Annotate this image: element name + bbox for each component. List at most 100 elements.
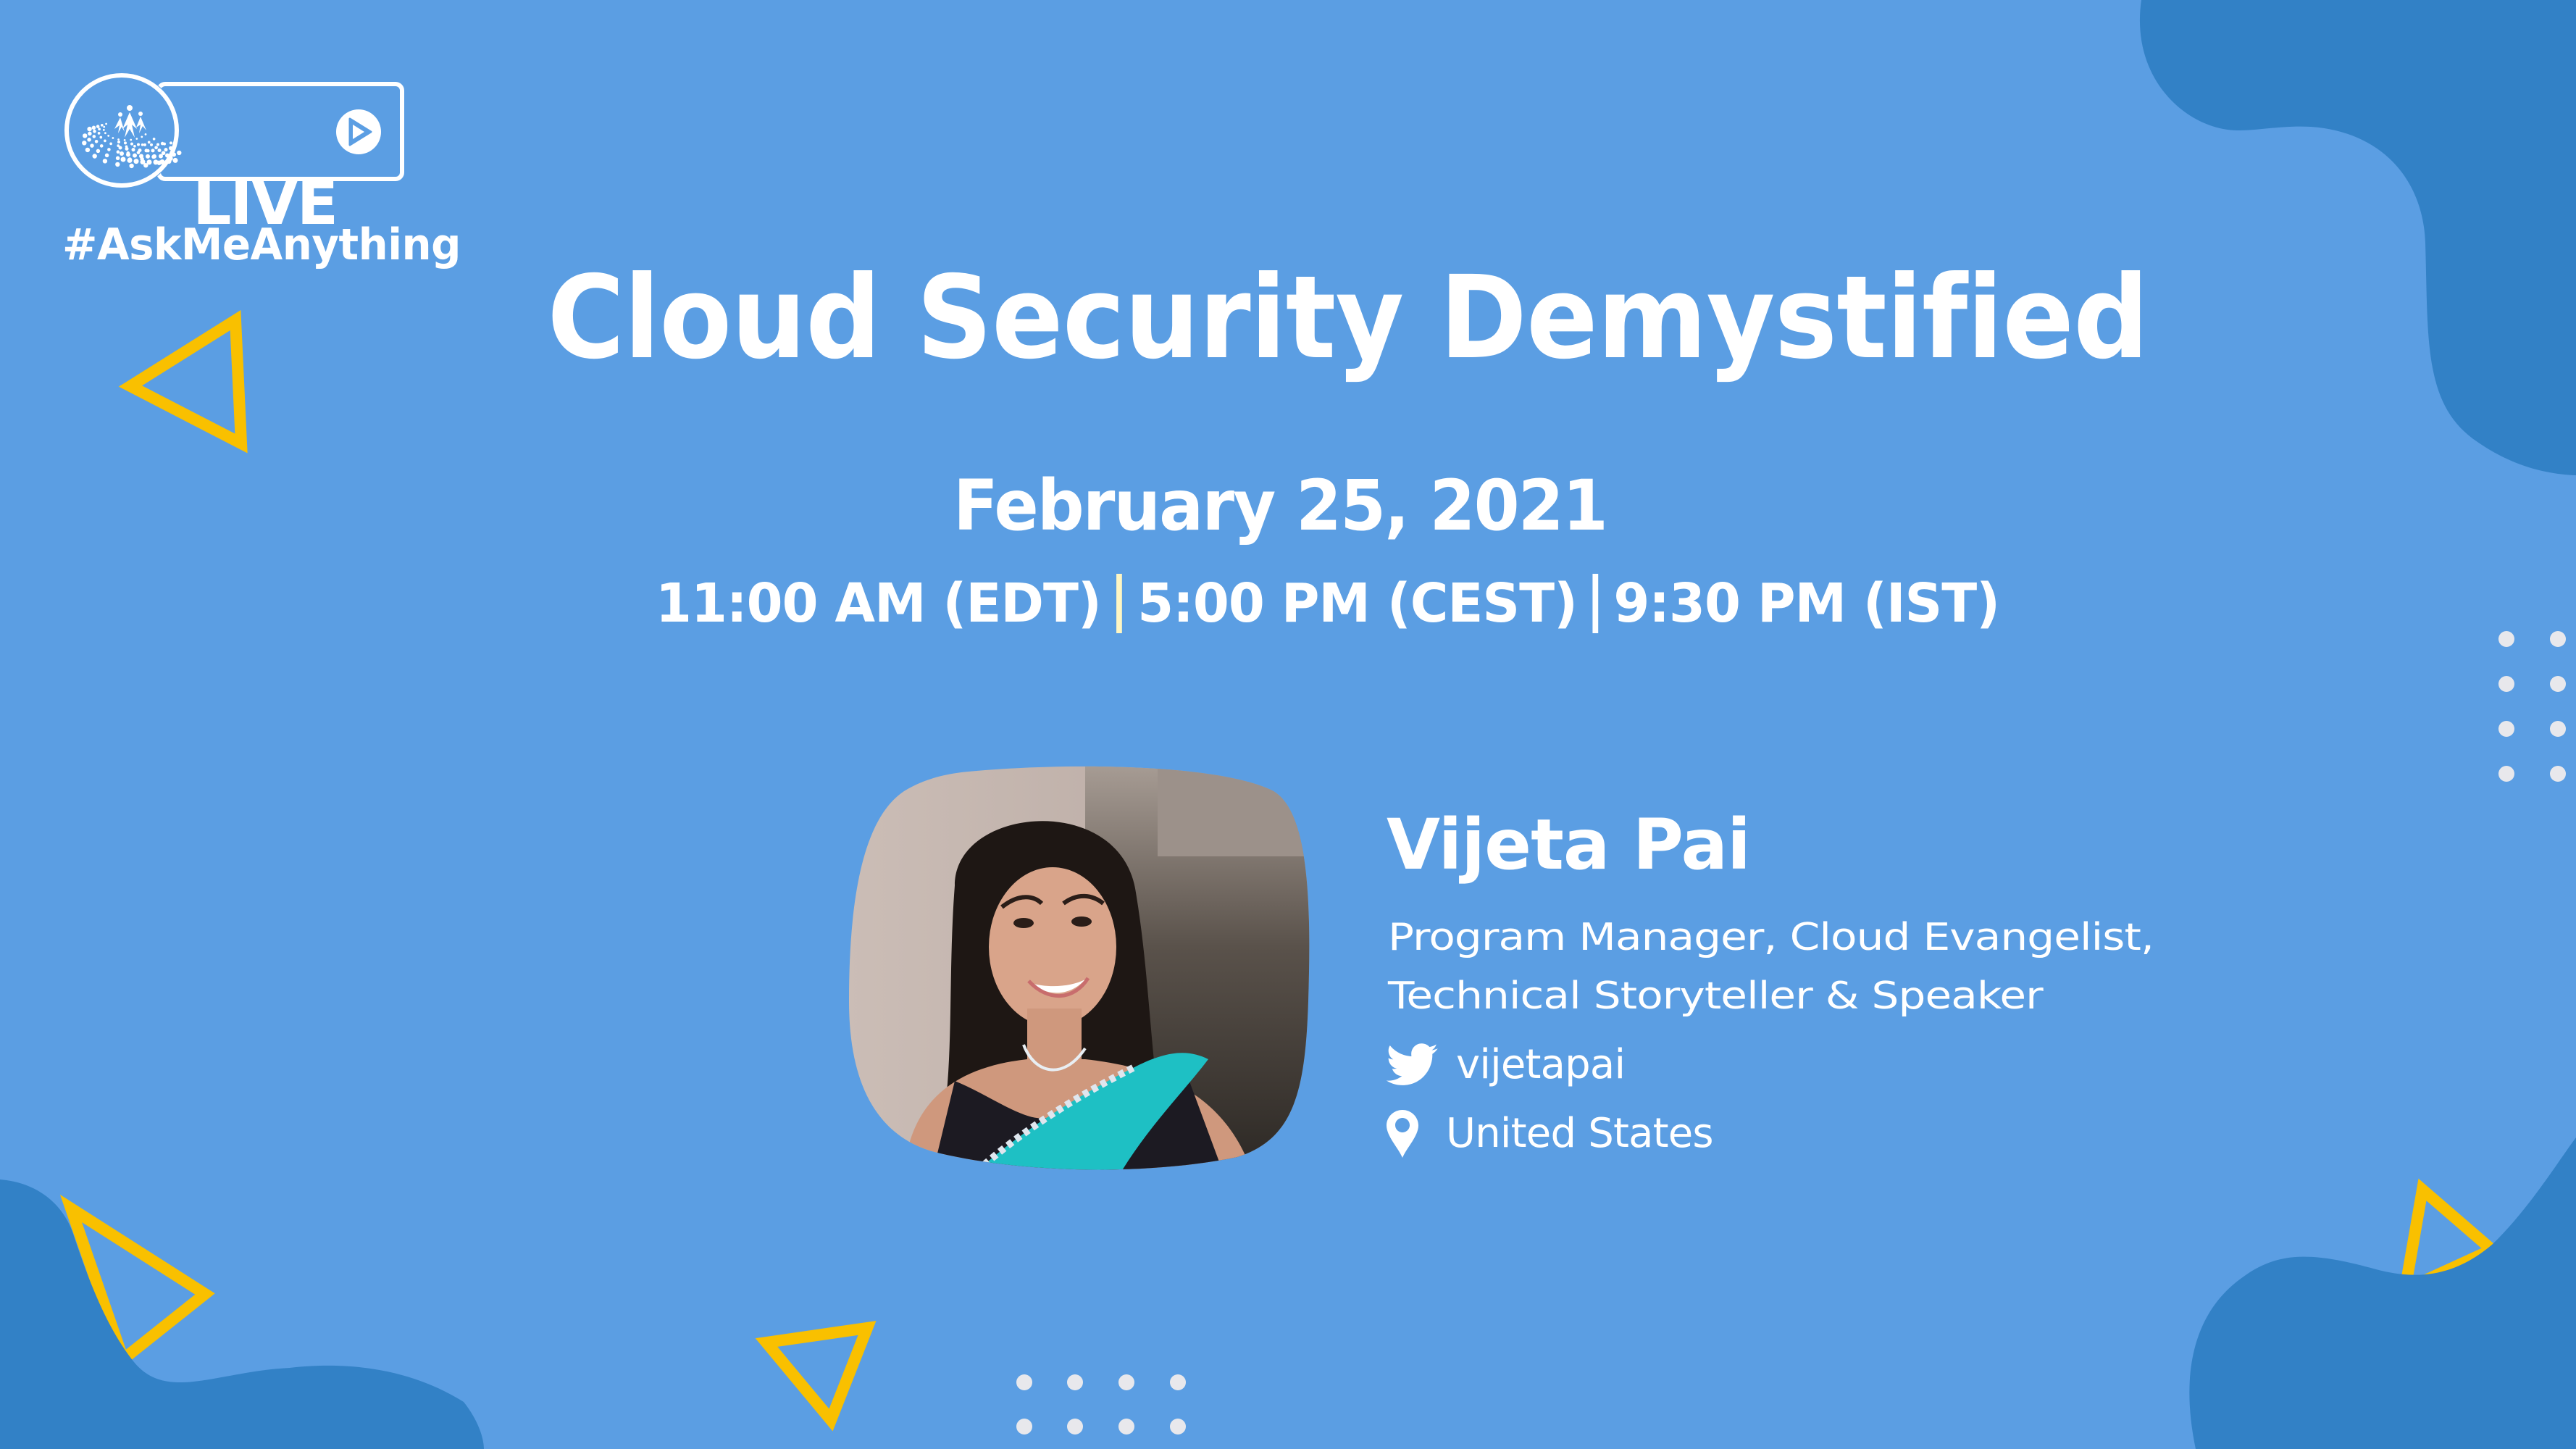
decor-dot [1118, 1419, 1134, 1435]
logo-dot [152, 137, 156, 141]
twitter-handle[interactable]: vijetapai [1456, 1045, 1626, 1085]
time-edt: 11:00 AM (EDT) [656, 572, 1102, 635]
live-badge: LIVE [62, 72, 406, 233]
blob-top-right [2139, 0, 2576, 475]
logo-dot [104, 132, 106, 135]
logo-dot [102, 159, 108, 164]
logo-dot [172, 157, 178, 163]
decor-dot [1016, 1374, 1032, 1390]
decor-dot [2498, 631, 2514, 647]
speaker-location: United States [1387, 1110, 1714, 1158]
logo-dot [124, 141, 127, 145]
decor-dot [2550, 676, 2566, 692]
logo-dot [112, 137, 114, 139]
logo-dot [129, 163, 134, 169]
logo-dot [152, 154, 156, 159]
logo-dot [141, 143, 144, 146]
logo-dot [115, 156, 120, 161]
logo-dot [123, 139, 126, 141]
decor-dot [1067, 1419, 1083, 1435]
logo-dot [141, 135, 143, 138]
logo-dot [166, 159, 172, 164]
logo-dot [163, 142, 166, 146]
logo-dot [159, 159, 165, 164]
logo-dot [172, 152, 176, 157]
speaker-role-line2: Technical Storyteller & Speaker [1388, 974, 2044, 1018]
time-separator [1116, 574, 1122, 633]
logo-dot [109, 142, 112, 146]
logo-dot [125, 146, 129, 151]
logo-dot [130, 138, 133, 141]
logo-dot [87, 126, 92, 132]
logo-dot [99, 135, 103, 139]
logo-dot [127, 157, 133, 163]
logo-dot [120, 156, 126, 162]
logo-dot [157, 149, 162, 152]
logo-dot [92, 135, 96, 138]
decor-dot [1016, 1419, 1032, 1435]
map-pin-icon [1387, 1110, 1418, 1158]
logo-dot [96, 125, 100, 128]
dot-grid-bottom [1016, 1374, 1186, 1435]
logo-dot [97, 132, 101, 135]
logo-dot [98, 128, 101, 131]
logo-dot [107, 148, 111, 151]
logo-dot [92, 154, 97, 159]
logo-dot [133, 159, 139, 164]
speaker-twitter[interactable]: vijetapai [1387, 1043, 1626, 1087]
logo-dot [118, 146, 122, 150]
background-decorations [0, 0, 2576, 1449]
logo-dot [150, 143, 153, 146]
logo-dot [107, 135, 110, 137]
event-date: February 25, 2021 [0, 471, 2576, 540]
logo-dot [87, 138, 91, 142]
logo-dot [105, 122, 107, 125]
event-times: 11:00 AM (EDT) 5:00 PM (CEST) 9:30 PM (I… [656, 572, 2000, 635]
decor-dot [2498, 721, 2514, 737]
logo-dot [99, 144, 104, 148]
speaker-role-line1: Program Manager, Cloud Evangelist, [1388, 916, 2154, 959]
logo-dot [165, 153, 170, 158]
logo-dot [164, 148, 168, 152]
logo-dot [93, 130, 96, 133]
hashtag: #AskMeAnything [62, 220, 461, 270]
twitter-bird-icon [1387, 1043, 1438, 1085]
event-title-text: Cloud Security Demystified [547, 251, 2149, 385]
logo-dot [144, 133, 147, 135]
logo-dot [91, 125, 96, 130]
logo-dot [104, 139, 106, 143]
logo-dot [146, 159, 152, 165]
decor-dot [2498, 766, 2514, 782]
logo-dot [159, 154, 163, 159]
logo-dot [82, 141, 87, 146]
logo-dot [117, 138, 120, 141]
logo-dot [85, 147, 91, 153]
logo-dot [104, 153, 109, 158]
logo-dot [126, 152, 130, 157]
logo-dot [133, 153, 137, 158]
speaker-name: Vijeta Pai [1387, 804, 1751, 885]
logo-dot [88, 131, 92, 136]
logo-dot [135, 138, 138, 140]
time-separator [1592, 574, 1599, 633]
logo-dot [144, 149, 149, 153]
logo-dot [143, 143, 146, 146]
logo-dot [137, 143, 140, 146]
logo-dot [131, 148, 135, 152]
logo-dot [151, 149, 155, 153]
logo-dot [117, 141, 120, 143]
logo-dot [170, 146, 175, 151]
dot-grid-right [2498, 631, 2566, 782]
logo-dot [147, 141, 151, 144]
logo-dot [130, 142, 133, 146]
decor-dot [2550, 721, 2566, 737]
decor-dot [1170, 1374, 1186, 1390]
logo-dot [115, 162, 120, 167]
speaker-photo [849, 766, 1310, 1170]
logo-dot [103, 125, 106, 128]
event-date-text: February 25, 2021 [953, 465, 1608, 546]
decor-dot [2498, 676, 2514, 692]
logo-dot [138, 149, 142, 152]
logo-dot [146, 154, 150, 159]
decor-dot [1170, 1419, 1186, 1435]
